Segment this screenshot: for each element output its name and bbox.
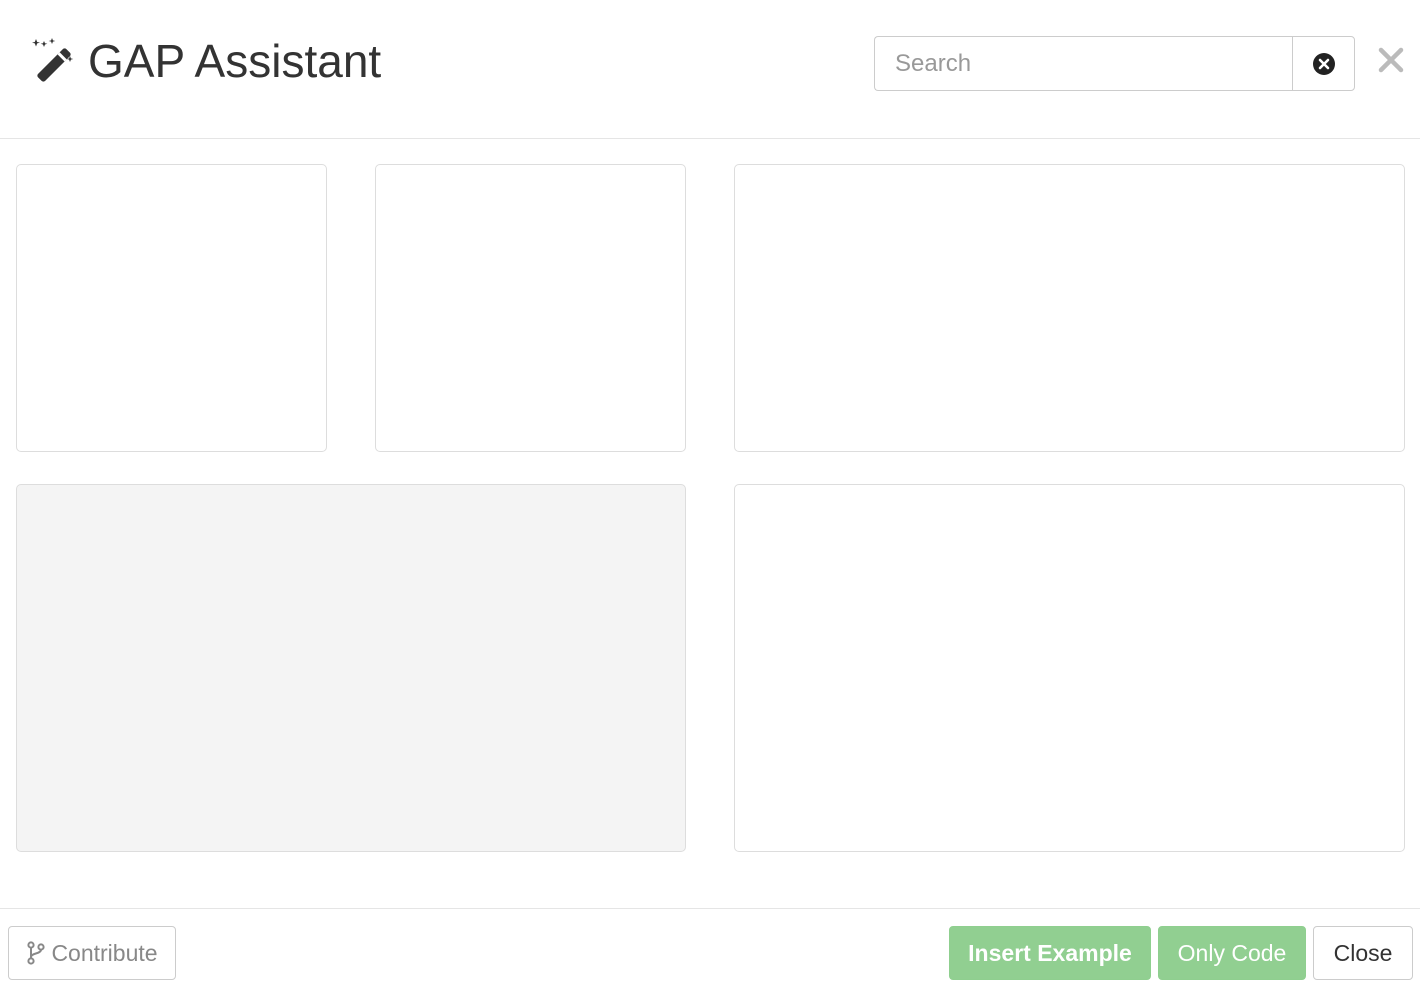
- dialog-close-button[interactable]: [1372, 40, 1410, 80]
- close-x-icon: [1378, 47, 1404, 73]
- dialog-title: GAP Assistant: [88, 35, 382, 87]
- only-code-button[interactable]: Only Code: [1158, 926, 1306, 980]
- contribute-button[interactable]: Contribute: [8, 926, 176, 980]
- search-input[interactable]: [874, 36, 1292, 91]
- output-preview-panel: [734, 484, 1405, 852]
- search-group: [874, 36, 1355, 91]
- gap-assistant-dialog: GAP Assistant Search Contribute Insert E…: [0, 0, 1420, 992]
- example-panel-1: [16, 164, 327, 452]
- dialog-header: GAP Assistant: [0, 0, 1420, 139]
- dialog-footer: Contribute Insert Example Only Code Clos…: [0, 908, 1420, 992]
- insert-example-button[interactable]: Insert Example: [949, 926, 1151, 980]
- magic-wand-icon: [32, 38, 74, 82]
- example-panel-3: [734, 164, 1405, 452]
- example-panel-2: [375, 164, 686, 452]
- times-circle-icon: [1312, 52, 1335, 75]
- code-preview-panel: [16, 484, 686, 852]
- search-clear-button[interactable]: [1292, 36, 1355, 91]
- title-group: GAP Assistant: [30, 35, 381, 87]
- code-fork-icon: [27, 941, 46, 965]
- contribute-label: Contribute: [51, 939, 158, 966]
- close-button[interactable]: Close: [1313, 926, 1413, 980]
